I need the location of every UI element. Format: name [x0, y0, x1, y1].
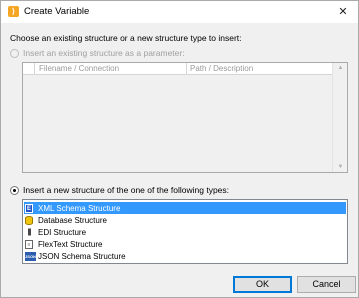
- new-structure-radio[interactable]: [10, 185, 19, 195]
- list-item-label: EDI Structure: [38, 227, 87, 237]
- grid-header-selector: [23, 63, 35, 75]
- new-structure-option[interactable]: Insert a new structure of the one of the…: [10, 185, 229, 195]
- existing-structure-label: Insert an existing structure as a parame…: [23, 48, 185, 58]
- list-item-label: FlexText Structure: [38, 239, 103, 249]
- mapforce-app-icon: ⟩: [8, 6, 19, 17]
- ok-button[interactable]: OK: [233, 276, 292, 293]
- cancel-button[interactable]: Cancel: [297, 276, 356, 293]
- list-item-flextext[interactable]: ≡ FlexText Structure: [24, 238, 346, 250]
- json-schema-icon: JSON: [25, 251, 36, 261]
- grid-vertical-scrollbar[interactable]: ▲ ▼: [332, 63, 347, 172]
- column-header-path: Path / Description: [190, 64, 254, 73]
- scroll-down-arrow-icon[interactable]: ▼: [333, 164, 348, 170]
- dialog-title: Create Variable: [24, 6, 90, 17]
- existing-structures-grid: Filename / Connection Path / Description…: [22, 62, 348, 173]
- grid-header: Filename / Connection Path / Description: [23, 63, 333, 75]
- list-item-edi[interactable]: ||| EDI Structure: [24, 226, 346, 238]
- edi-icon: |||: [27, 228, 32, 236]
- column-header-filename: Filename / Connection: [35, 63, 187, 75]
- list-item-json-schema[interactable]: JSON JSON Schema Structure: [24, 250, 346, 262]
- structure-type-list[interactable]: E XML Schema Structure Database Structur…: [22, 199, 348, 264]
- create-variable-dialog: ⟩ Create Variable ✕ Choose an existing s…: [0, 0, 359, 298]
- list-item-label: Database Structure: [38, 215, 107, 225]
- database-icon: [25, 215, 33, 225]
- scroll-up-arrow-icon[interactable]: ▲: [333, 65, 348, 71]
- xml-schema-icon: E: [25, 203, 33, 213]
- new-structure-label: Insert a new structure of the one of the…: [23, 185, 230, 195]
- close-button[interactable]: ✕: [328, 1, 358, 23]
- existing-structure-option[interactable]: Insert an existing structure as a parame…: [10, 48, 185, 58]
- list-item-label: JSON Schema Structure: [38, 251, 126, 261]
- existing-structure-radio[interactable]: [10, 48, 19, 58]
- flextext-icon: ≡: [25, 239, 33, 249]
- list-item-label: XML Schema Structure: [38, 203, 121, 213]
- list-item-xml-schema[interactable]: E XML Schema Structure: [24, 202, 346, 214]
- list-item-database[interactable]: Database Structure: [24, 214, 346, 226]
- instruction-text: Choose an existing structure or a new st…: [10, 33, 242, 43]
- title-bar: ⟩ Create Variable ✕: [1, 1, 358, 23]
